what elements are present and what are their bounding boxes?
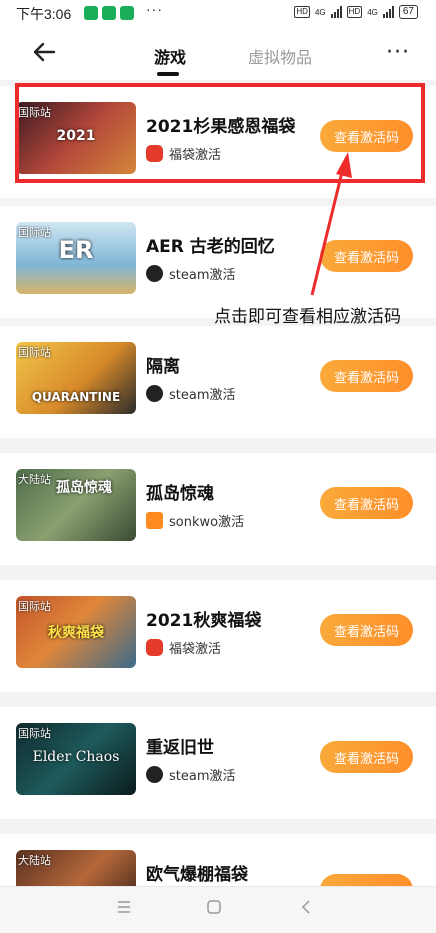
item-title: 隔离: [146, 357, 180, 377]
item-title: AER 古老的回忆: [146, 237, 275, 257]
signal-icon: [330, 6, 342, 18]
view-code-button[interactable]: 查看激活码: [320, 360, 413, 392]
region-label: 大陆站: [18, 855, 51, 867]
item-title: 重返旧世: [146, 738, 214, 758]
annotation-note: 点击即可查看相应激活码: [214, 307, 401, 327]
platform-label: steam激活: [169, 388, 236, 403]
thumbnail-art-text: QUARANTINE: [31, 390, 121, 404]
top-nav: 游戏 虚拟物品 ···: [0, 26, 436, 80]
status-bar: 下午3:06 ··· HD 4G HD 4G 67: [0, 0, 436, 26]
tab-indicator: [157, 72, 179, 76]
system-nav-bar: [0, 886, 436, 933]
platform-info: sonkwo激活: [146, 511, 244, 530]
region-label: 国际站: [18, 347, 51, 359]
platform-info: 福袋激活: [146, 638, 221, 657]
game-thumbnail: 国际站 秋爽福袋: [16, 596, 136, 668]
item-title: 欧气爆棚福袋: [146, 865, 248, 885]
app-notification-icon: [120, 6, 134, 20]
thumbnail-art-text: 孤岛惊魂: [56, 480, 112, 496]
view-code-button[interactable]: 查看激活码: [320, 614, 413, 646]
platform-label: 福袋激活: [169, 642, 222, 657]
thumbnail-art-text: 秋爽福袋: [48, 625, 104, 641]
status-time: 下午3:06: [16, 6, 72, 22]
game-thumbnail: 国际站 Elder Chaos: [16, 723, 136, 795]
platform-info: steam激活: [146, 765, 236, 784]
network-type: 4G: [367, 7, 378, 17]
network-type: 4G: [314, 7, 326, 17]
battery-icon: 67: [398, 5, 418, 19]
back-arrow-icon[interactable]: [30, 38, 58, 66]
region-label: 大陆站: [18, 474, 51, 486]
home-icon[interactable]: [206, 899, 222, 915]
list-item[interactable]: 国际站 Elder Chaos 重返旧世 steam激活 查看激活码: [0, 707, 436, 819]
steam-icon: [146, 766, 163, 783]
platform-info: steam激活: [146, 264, 236, 283]
game-thumbnail: 大陆站 孤岛惊魂: [16, 469, 136, 541]
app-notification-icon: [84, 6, 98, 20]
hd-badge: HD: [346, 6, 363, 18]
thumbnail-art-text: Elder Chaos: [32, 749, 120, 765]
sonkwo-icon: [146, 512, 163, 529]
steam-icon: [146, 265, 163, 282]
signal-icon: [382, 6, 394, 18]
region-label: 国际站: [18, 601, 51, 613]
highlight-box: [15, 83, 425, 183]
status-more-icon: ···: [146, 1, 163, 17]
view-code-button[interactable]: 查看激活码: [320, 741, 413, 773]
list-item[interactable]: 大陆站 孤岛惊魂 孤岛惊魂 sonkwo激活 查看激活码: [0, 453, 436, 565]
more-menu-icon[interactable]: ···: [386, 40, 410, 65]
lucky-bag-icon: [146, 639, 163, 656]
thumbnail-art-text: ER: [58, 236, 94, 264]
menu-icon[interactable]: [116, 899, 132, 915]
tab-games[interactable]: 游戏: [154, 44, 186, 68]
back-icon[interactable]: [298, 899, 314, 915]
notification-icons: [84, 6, 134, 20]
platform-label: sonkwo激活: [169, 515, 245, 530]
wechat-icon: [102, 6, 116, 20]
list-item[interactable]: 国际站 QUARANTINE 隔离 steam激活 查看激活码: [0, 326, 436, 438]
item-title: 2021秋爽福袋: [146, 611, 262, 631]
tab-virtual-items[interactable]: 虚拟物品: [248, 44, 312, 68]
steam-icon: [146, 385, 163, 402]
platform-label: steam激活: [169, 268, 236, 283]
list-item[interactable]: 国际站 秋爽福袋 2021秋爽福袋 福袋激活 查看激活码: [0, 580, 436, 692]
list-item[interactable]: 大陆站 欧气爆棚福袋: [0, 834, 436, 886]
platform-label: steam激活: [169, 769, 236, 784]
view-code-button[interactable]: 查看激活码: [320, 487, 413, 519]
annotation-arrow-icon: [310, 152, 352, 296]
region-label: 国际站: [18, 728, 51, 740]
view-code-button[interactable]: [320, 874, 413, 886]
game-thumbnail: 大陆站: [16, 850, 136, 886]
game-thumbnail: 国际站 QUARANTINE: [16, 342, 136, 414]
platform-info: steam激活: [146, 384, 236, 403]
hd-badge: HD: [294, 6, 310, 18]
status-right: HD 4G HD 4G 67: [294, 5, 418, 19]
item-title: 孤岛惊魂: [146, 484, 214, 504]
game-thumbnail: 国际站 ER: [16, 222, 136, 294]
